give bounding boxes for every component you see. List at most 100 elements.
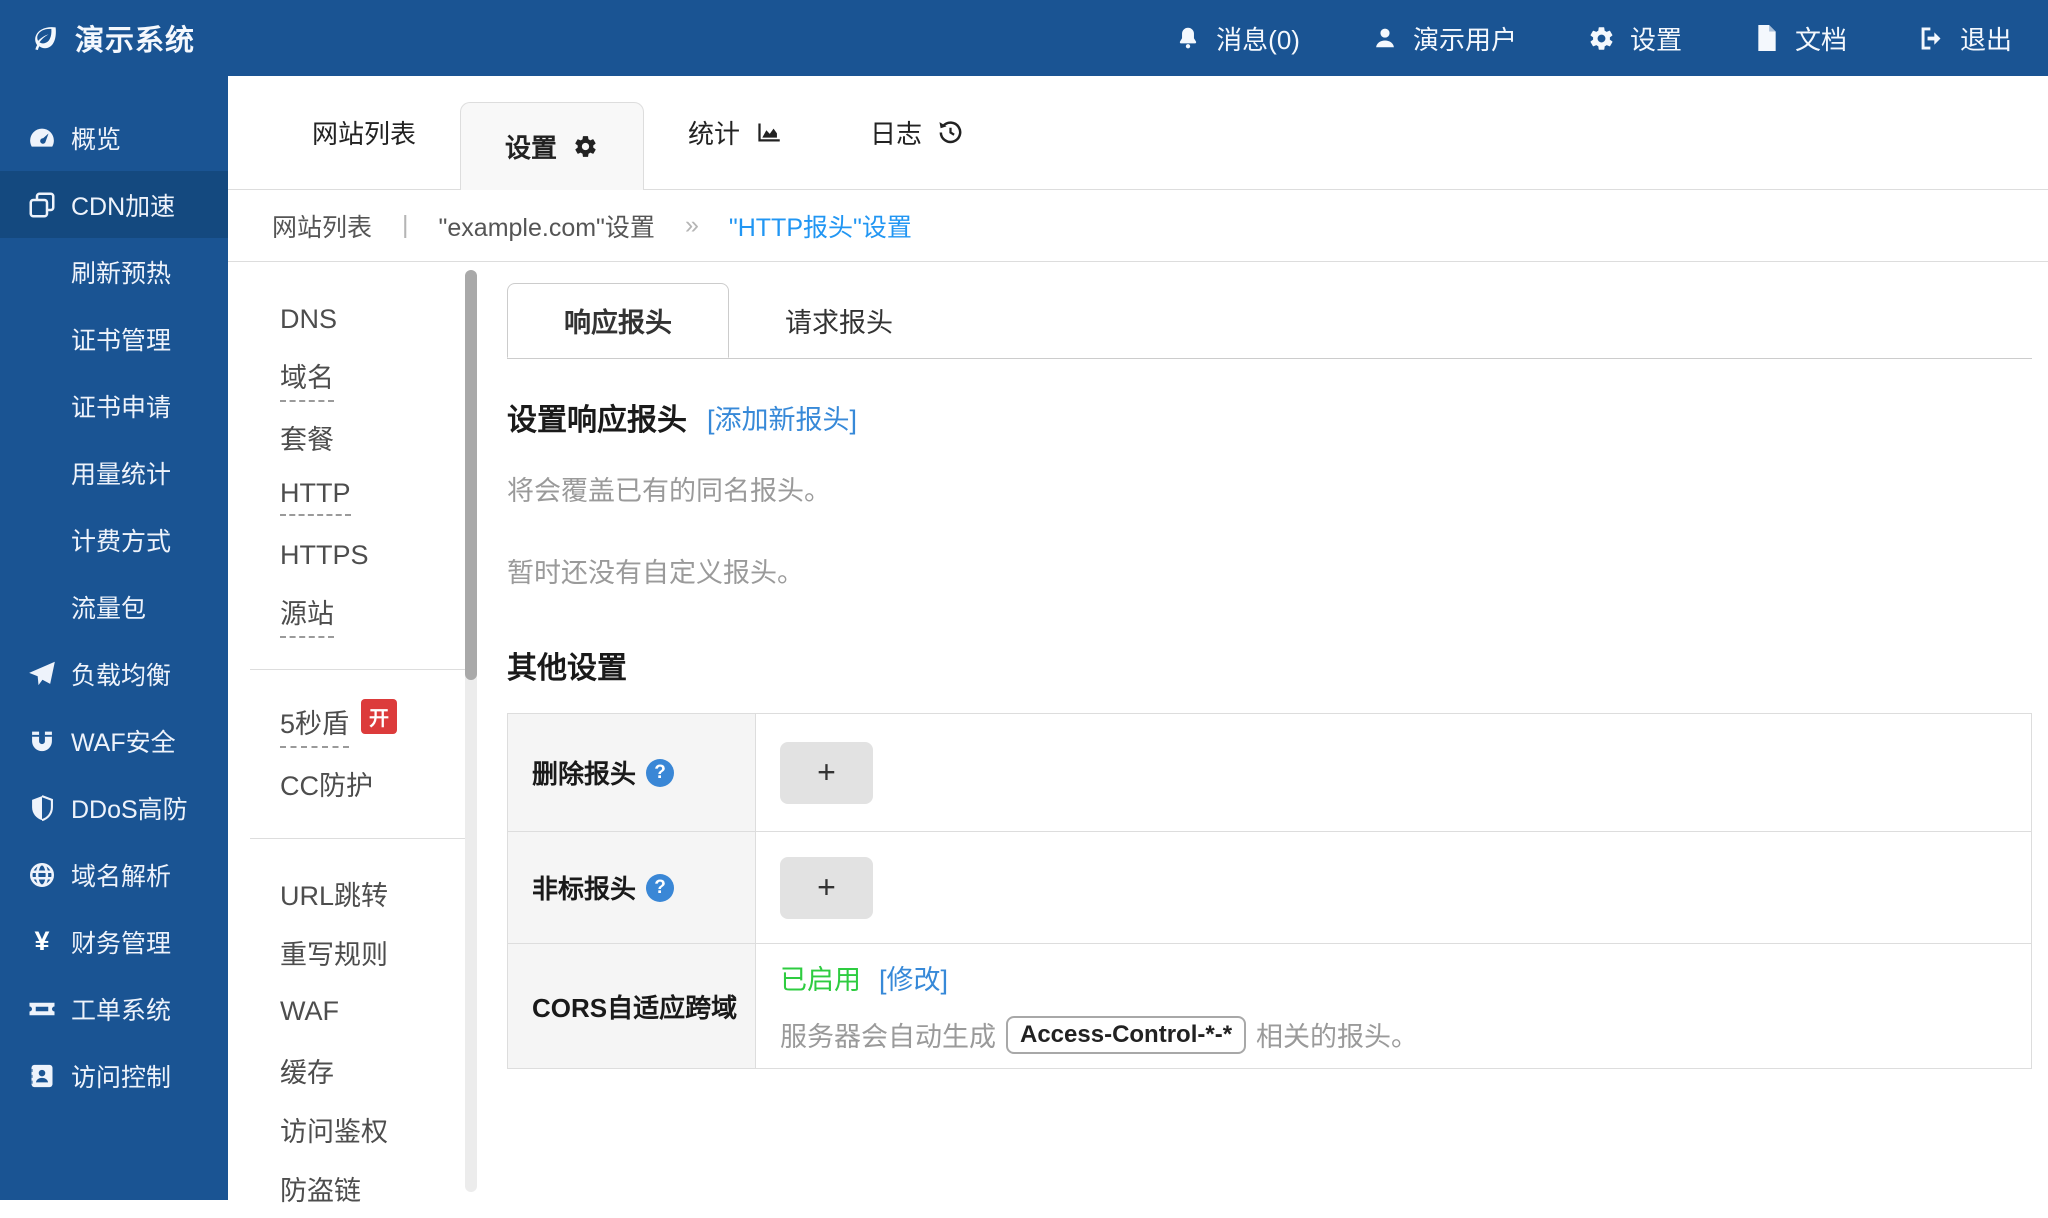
breadcrumb-site-settings[interactable]: "example.com"设置 <box>439 208 655 244</box>
sidebar-item-tickets[interactable]: 工单系统 <box>0 975 228 1042</box>
subnav-divider <box>250 838 465 839</box>
subnav-item-cc-protect[interactable]: CC防护 <box>228 754 465 813</box>
subnav-item-rewrite-rules[interactable]: 重写规则 <box>228 923 465 982</box>
sidebar-label: WAF安全 <box>71 723 176 759</box>
subnav-scrollbar-track[interactable] <box>465 270 477 1192</box>
row-label: CORS自适应跨域 <box>532 988 737 1025</box>
messages-label: 消息(0) <box>1216 20 1300 57</box>
subnav-item-https[interactable]: HTTPS <box>228 526 465 585</box>
ticket-icon <box>26 994 58 1024</box>
id-card-icon <box>26 1061 58 1091</box>
sidebar-item-load-balance[interactable]: 负载均衡 <box>0 640 228 707</box>
user-menu-item[interactable]: 演示用户 <box>1370 20 1517 57</box>
sidebar-item-cdn[interactable]: CDN加速 <box>0 171 228 238</box>
docs-menu-item[interactable]: 文档 <box>1752 20 1847 57</box>
logout-icon <box>1917 23 1947 53</box>
subnav-item-plan[interactable]: 套餐 <box>228 408 465 467</box>
user-label: 演示用户 <box>1413 20 1517 57</box>
sidebar-label: 证书管理 <box>71 321 171 357</box>
paper-plane-icon <box>26 659 58 689</box>
logout-label: 退出 <box>1960 20 2012 57</box>
table-row-delete-headers: 删除报头 ? + <box>508 714 2032 832</box>
sidebar-item-finance[interactable]: ¥ 财务管理 <box>0 908 228 975</box>
settings-subnav: DNS 域名 套餐 HTTP HTTPS 源站 5秒盾 开 CC防护 URL跳转… <box>228 262 465 1218</box>
topbar: 演示系统 消息(0) 演示用户 设置 <box>0 0 2048 76</box>
sidebar-item-billing-mode[interactable]: 计费方式 <box>0 506 228 573</box>
empty-note: 暂时还没有自定义报头。 <box>507 555 2032 591</box>
tab-logs[interactable]: 日志 <box>826 76 1008 189</box>
settings-menu-item[interactable]: 设置 <box>1587 20 1682 57</box>
row-label: 删除报头 <box>532 754 636 791</box>
tab-label: 网站列表 <box>312 114 416 151</box>
tab-site-list[interactable]: 网站列表 <box>268 76 460 189</box>
sidebar-label: 刷新预热 <box>71 254 171 290</box>
sidebar-label: DDoS高防 <box>71 790 188 826</box>
tab-settings[interactable]: 设置 <box>460 102 644 190</box>
cors-description: 服务器会自动生成 Access-Control-*-* 相关的报头。 <box>780 1015 2031 1054</box>
magnet-icon <box>26 726 58 756</box>
tab-request-headers[interactable]: 请求报头 <box>729 283 949 358</box>
subnav-item-access-auth[interactable]: 访问鉴权 <box>228 1100 465 1159</box>
breadcrumb-http-headers[interactable]: "HTTP报头"设置 <box>729 208 912 244</box>
sidebar-item-refresh-prewarm[interactable]: 刷新预热 <box>0 238 228 305</box>
subnav-scrollbar-thumb[interactable] <box>465 270 477 680</box>
breadcrumb-separator: | <box>402 211 409 240</box>
tab-label: 统计 <box>688 114 740 151</box>
cors-modify-link[interactable]: [修改] <box>879 958 948 997</box>
subnav-item-hotlink[interactable]: 防盗链 <box>228 1159 465 1218</box>
gear-icon <box>571 133 599 161</box>
settings-label: 设置 <box>1630 20 1682 57</box>
sidebar-item-overview[interactable]: 概览 <box>0 104 228 171</box>
leaf-logo-icon <box>30 23 60 53</box>
help-icon[interactable]: ? <box>646 874 674 902</box>
sidebar-item-cert-apply[interactable]: 证书申请 <box>0 372 228 439</box>
brand[interactable]: 演示系统 <box>30 17 195 59</box>
add-delete-header-button[interactable]: + <box>780 742 873 804</box>
subnav-item-domain[interactable]: 域名 <box>228 349 465 408</box>
sidebar-label: 证书申请 <box>71 388 171 424</box>
sidebar-item-dns-resolve[interactable]: 域名解析 <box>0 841 228 908</box>
gear-icon <box>1587 23 1617 53</box>
override-note: 将会覆盖已有的同名报头。 <box>507 473 2032 509</box>
breadcrumb-site-list[interactable]: 网站列表 <box>272 208 372 244</box>
sidebar-item-cert-manage[interactable]: 证书管理 <box>0 305 228 372</box>
history-icon <box>936 119 964 147</box>
help-icon[interactable]: ? <box>646 759 674 787</box>
shield-icon <box>26 793 58 823</box>
add-nonstandard-header-button[interactable]: + <box>780 857 873 919</box>
sidebar-label: 计费方式 <box>71 522 171 558</box>
subnav-item-dns[interactable]: DNS <box>228 290 465 349</box>
add-header-link[interactable]: [添加新报头] <box>707 398 857 437</box>
sidebar-item-ddos[interactable]: DDoS高防 <box>0 774 228 841</box>
headers-tabstrip: 响应报头 请求报头 <box>507 283 2032 359</box>
yen-icon: ¥ <box>26 927 58 957</box>
section-title: 设置响应报头 <box>507 395 687 439</box>
cors-status: 已启用 <box>780 958 861 997</box>
sidebar-item-waf[interactable]: WAF安全 <box>0 707 228 774</box>
globe-icon <box>26 860 58 890</box>
messages-menu-item[interactable]: 消息(0) <box>1173 20 1300 57</box>
headers-panel: 响应报头 请求报头 设置响应报头 [添加新报头] 将会覆盖已有的同名报头。 暂时… <box>507 283 2032 1069</box>
tab-response-headers[interactable]: 响应报头 <box>507 283 729 358</box>
sidebar: 概览 CDN加速 刷新预热 证书管理 证书申请 用量统计 计费方式 流量包 <box>0 76 228 1200</box>
subnav-item-cache[interactable]: 缓存 <box>228 1041 465 1100</box>
subnav-item-url-redirect[interactable]: URL跳转 <box>228 864 465 923</box>
sidebar-label: 财务管理 <box>71 924 171 960</box>
top-tabstrip: 网站列表 设置 统计 日志 <box>228 76 2048 190</box>
subnav-item-waf[interactable]: WAF <box>228 982 465 1041</box>
subnav-item-http[interactable]: HTTP <box>228 467 465 526</box>
tab-stats[interactable]: 统计 <box>644 76 826 189</box>
sidebar-item-access-control[interactable]: 访问控制 <box>0 1042 228 1109</box>
user-icon <box>1370 23 1400 53</box>
sidebar-label: 概览 <box>71 120 121 156</box>
tab-label: 设置 <box>505 128 557 165</box>
sidebar-item-traffic-pack[interactable]: 流量包 <box>0 573 228 640</box>
bell-icon <box>1173 23 1203 53</box>
tab-label: 日志 <box>870 114 922 151</box>
subnav-item-5s-shield[interactable]: 5秒盾 开 <box>228 695 465 754</box>
subnav-item-origin[interactable]: 源站 <box>228 585 465 644</box>
sidebar-item-usage-stats[interactable]: 用量统计 <box>0 439 228 506</box>
table-row-nonstandard-headers: 非标报头 ? + <box>508 832 2032 944</box>
logout-menu-item[interactable]: 退出 <box>1917 20 2012 57</box>
body-area: DNS 域名 套餐 HTTP HTTPS 源站 5秒盾 开 CC防护 URL跳转… <box>228 262 2048 1200</box>
